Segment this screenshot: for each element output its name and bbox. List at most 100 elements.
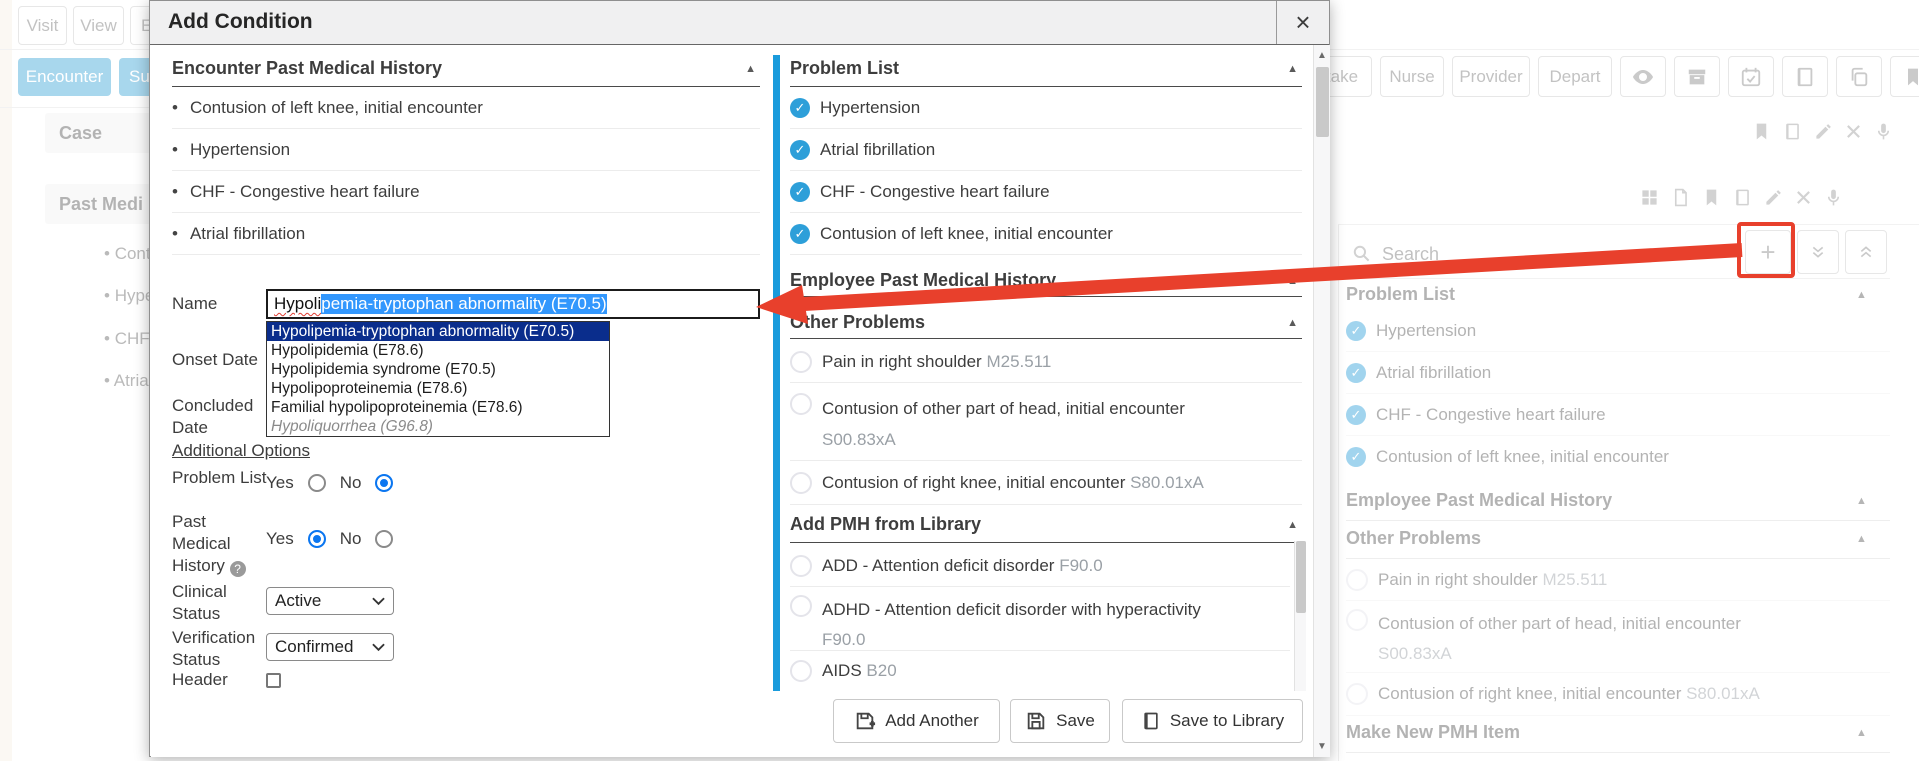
- scroll-up-icon[interactable]: ▲: [1314, 45, 1330, 61]
- problem-list-yes-radio[interactable]: [308, 474, 326, 492]
- header-checkbox[interactable]: [266, 673, 281, 688]
- dropdown-option[interactable]: Hypolipoproteinemia (E78.6): [267, 379, 609, 398]
- close-icon[interactable]: [1795, 189, 1812, 206]
- tab-provider[interactable]: Provider: [1452, 56, 1530, 97]
- collapse-caret-icon: ▲: [1287, 317, 1298, 329]
- dropdown-option[interactable]: Hypolipidemia (E78.6): [267, 341, 609, 360]
- collapse-all-button[interactable]: [1797, 230, 1839, 274]
- modal-header: Add Condition ×: [150, 1, 1329, 45]
- additional-options-link[interactable]: Additional Options: [172, 441, 310, 461]
- save-button[interactable]: Save: [1010, 699, 1110, 743]
- modal-add-pmh-header[interactable]: Add PMH from Library ▲: [790, 511, 1302, 543]
- modal-employee-pmh-header[interactable]: Employee Past Medical History ▲: [790, 267, 1302, 297]
- library-item[interactable]: ADD - Attention deficit disorder F90.0: [790, 545, 1290, 587]
- encounter-pmh-header[interactable]: Encounter Past Medical History ▲: [172, 55, 760, 87]
- help-icon[interactable]: ?: [230, 561, 246, 577]
- dropdown-option[interactable]: Familial hypolipoproteinemia (E78.6): [267, 398, 609, 417]
- bookmark-icon[interactable]: [1890, 56, 1919, 97]
- calendar-check-icon[interactable]: [1728, 56, 1774, 97]
- mic-icon[interactable]: [1824, 188, 1843, 207]
- book-icon[interactable]: [1782, 56, 1828, 97]
- onset-date-label: Onset Date: [172, 349, 268, 371]
- modal-problem-item[interactable]: ✓Hypertension: [790, 87, 1302, 129]
- tab-visit[interactable]: Visit: [18, 6, 67, 45]
- modal-other-problems-header[interactable]: Other Problems ▲: [790, 309, 1302, 339]
- bookmark-icon[interactable]: [1752, 122, 1771, 141]
- dropdown-option[interactable]: Hypoliquorrhea (G96.8): [267, 417, 609, 436]
- check-circle-icon: ✓: [1346, 363, 1366, 383]
- tab-nurse[interactable]: Nurse: [1380, 56, 1444, 97]
- add-condition-button[interactable]: +: [1745, 230, 1791, 274]
- problem-list-no-radio[interactable]: [375, 474, 393, 492]
- library-scrollbar[interactable]: [1294, 541, 1306, 691]
- tab-depart[interactable]: Depart: [1538, 56, 1612, 97]
- modal-problem-item[interactable]: ✓Contusion of left knee, initial encount…: [790, 213, 1302, 255]
- modal-problem-list-header[interactable]: Problem List ▲: [790, 55, 1302, 87]
- collapse-caret-icon: ▲: [1287, 275, 1298, 287]
- pencil-icon[interactable]: [1814, 122, 1833, 141]
- check-circle-icon: ✓: [1346, 405, 1366, 425]
- archive-icon[interactable]: [1674, 56, 1720, 97]
- collapse-caret-icon[interactable]: ▲: [1856, 533, 1867, 545]
- collapse-caret-icon[interactable]: ▲: [1856, 289, 1867, 301]
- name-label: Name: [172, 293, 268, 315]
- eye-icon[interactable]: [1620, 56, 1666, 97]
- bg-other-problem-item[interactable]: Contusion of right knee, initial encount…: [1346, 673, 1890, 716]
- collapse-caret-icon: ▲: [1287, 519, 1298, 531]
- mic-icon[interactable]: [1874, 122, 1893, 141]
- bg-problem-item[interactable]: ✓Atrial fibrillation: [1346, 352, 1890, 394]
- pmh-no-radio[interactable]: [375, 530, 393, 548]
- modal-close-button[interactable]: ×: [1276, 1, 1329, 44]
- modal-title: Add Condition: [168, 10, 313, 34]
- modal-problem-item[interactable]: ✓Atrial fibrillation: [790, 129, 1302, 171]
- autocomplete-selection: pemia-tryptophan abnormality (E70.5): [321, 294, 606, 314]
- tab-view[interactable]: View: [73, 6, 124, 45]
- clinical-status-label: Clinical Status: [172, 581, 268, 625]
- save-to-library-button[interactable]: Save to Library: [1122, 699, 1303, 743]
- pmh-yes-radio[interactable]: [308, 530, 326, 548]
- modal-other-problem-item[interactable]: Pain in right shoulder M25.511: [790, 341, 1302, 383]
- book-icon[interactable]: [1733, 188, 1752, 207]
- pmh-radio-group: Yes No: [266, 529, 393, 549]
- pencil-icon[interactable]: [1764, 188, 1783, 207]
- dropdown-option[interactable]: Hypolipemia-tryptophan abnormality (E70.…: [267, 322, 609, 341]
- modal-scrollbar-thumb[interactable]: [1316, 67, 1329, 137]
- bg-problem-item[interactable]: ✓Hypertension: [1346, 310, 1890, 352]
- encounter-button[interactable]: Encounter: [18, 58, 111, 96]
- library-item[interactable]: ADHD - Attention deficit disorder with h…: [790, 587, 1290, 651]
- bg-problem-item[interactable]: ✓CHF - Congestive heart failure: [1346, 394, 1890, 436]
- bg-problem-item[interactable]: ✓Contusion of left knee, initial encount…: [1346, 436, 1890, 477]
- bg-other-problem-item[interactable]: Contusion of other part of head, initial…: [1346, 601, 1890, 673]
- modal-problem-item[interactable]: ✓CHF - Congestive heart failure: [790, 171, 1302, 213]
- ehr-page: Visit View E Encounter Su Case Past Medi…: [0, 0, 1919, 761]
- close-icon: ×: [1295, 7, 1310, 38]
- collapse-caret-icon[interactable]: ▲: [1856, 495, 1867, 507]
- verification-status-select[interactable]: Confirmed: [266, 633, 394, 661]
- unchecked-circle-icon: [790, 351, 812, 373]
- expand-all-button[interactable]: [1845, 230, 1887, 274]
- condition-name-input[interactable]: Hypolipemia-tryptophan abnormality (E70.…: [266, 289, 760, 319]
- close-icon[interactable]: [1845, 123, 1862, 140]
- collapse-caret-icon[interactable]: ▲: [1856, 727, 1867, 739]
- book-icon[interactable]: [1783, 122, 1802, 141]
- collapse-caret-icon: ▲: [1287, 63, 1298, 75]
- grid-icon[interactable]: [1640, 188, 1659, 207]
- document-icon[interactable]: [1671, 188, 1690, 207]
- library-scrollbar-thumb[interactable]: [1296, 541, 1306, 613]
- modal-other-problem-item[interactable]: Contusion of other part of head, initial…: [790, 383, 1302, 461]
- unchecked-circle-icon: [790, 393, 812, 415]
- search-input[interactable]: [1380, 236, 1724, 272]
- bookmark-icon[interactable]: [1702, 188, 1721, 207]
- search-icon: [1352, 244, 1371, 263]
- modal-other-problem-item[interactable]: Contusion of right knee, initial encount…: [790, 461, 1302, 505]
- add-condition-modal: Add Condition × Encounter Past Medical H…: [149, 0, 1330, 757]
- dropdown-option[interactable]: Hypolipidemia syndrome (E70.5): [267, 360, 609, 379]
- bg-other-problem-item[interactable]: Pain in right shoulder M25.511: [1346, 560, 1890, 601]
- copy-icon[interactable]: [1836, 56, 1882, 97]
- modal-scrollbar[interactable]: ▲ ▼: [1313, 45, 1330, 757]
- clinical-status-select[interactable]: Active: [266, 587, 394, 615]
- scroll-down-icon[interactable]: ▼: [1314, 741, 1330, 752]
- bg-employee-pmh-title: Employee Past Medical History: [1346, 490, 1612, 511]
- add-another-button[interactable]: Add Another: [833, 699, 1000, 743]
- library-item[interactable]: AIDS B20: [790, 651, 1290, 691]
